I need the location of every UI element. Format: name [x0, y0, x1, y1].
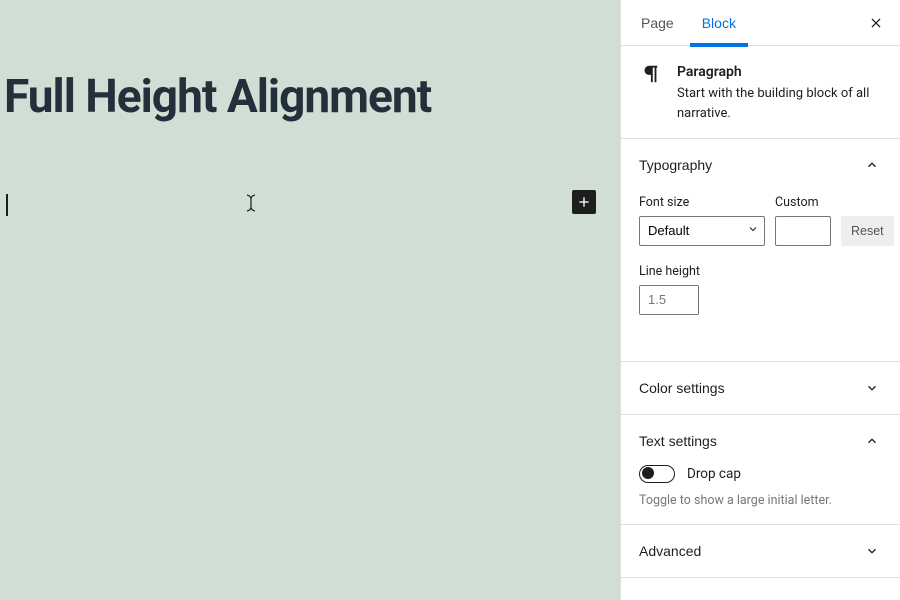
panel-text-toggle[interactable]: Text settings	[639, 431, 882, 451]
panel-advanced: Advanced	[621, 525, 900, 578]
tab-block[interactable]: Block	[700, 0, 738, 46]
panel-typography-toggle[interactable]: Typography	[639, 155, 882, 175]
settings-sidebar: Page Block Paragraph Start with the buil…	[620, 0, 900, 600]
font-size-select[interactable]: Default	[639, 216, 765, 246]
custom-size-input[interactable]	[775, 216, 831, 246]
panel-color-toggle[interactable]: Color settings	[639, 378, 882, 398]
editor-canvas[interactable]: Full Height Alignment	[0, 0, 620, 600]
reset-button[interactable]: Reset	[841, 216, 894, 246]
drop-cap-label: Drop cap	[687, 466, 741, 482]
panel-title: Color settings	[639, 380, 725, 396]
add-block-button[interactable]	[572, 190, 596, 214]
panel-typography: Typography Font size Default Custom	[621, 139, 900, 362]
drop-cap-toggle[interactable]	[639, 465, 675, 483]
custom-size-label: Custom	[775, 195, 831, 210]
chevron-up-icon	[862, 155, 882, 175]
paragraph-block[interactable]	[6, 196, 596, 220]
page-title: Full Height Alignment	[4, 70, 620, 124]
panel-color-settings: Color settings	[621, 362, 900, 415]
paragraph-icon	[639, 63, 661, 85]
drop-cap-help-text: Toggle to show a large initial letter.	[639, 493, 882, 508]
block-name: Paragraph	[677, 62, 882, 84]
close-sidebar-button[interactable]	[862, 9, 890, 37]
panel-title: Advanced	[639, 543, 701, 559]
chevron-up-icon	[862, 431, 882, 451]
block-description: Start with the building block of all nar…	[677, 84, 882, 124]
chevron-down-icon	[862, 541, 882, 561]
line-height-label: Line height	[639, 264, 882, 279]
plus-icon	[576, 194, 592, 210]
font-size-label: Font size	[639, 195, 765, 210]
tab-page[interactable]: Page	[639, 0, 676, 46]
text-caret	[6, 194, 8, 216]
panel-title: Text settings	[639, 433, 717, 449]
panel-text-settings: Text settings Drop cap Toggle to show a …	[621, 415, 900, 525]
panel-title: Typography	[639, 157, 712, 173]
line-height-input[interactable]	[639, 285, 699, 315]
sidebar-tabs: Page Block	[621, 0, 900, 46]
panel-advanced-toggle[interactable]: Advanced	[639, 541, 882, 561]
close-icon	[869, 16, 883, 30]
chevron-down-icon	[862, 378, 882, 398]
block-info: Paragraph Start with the building block …	[621, 46, 900, 139]
